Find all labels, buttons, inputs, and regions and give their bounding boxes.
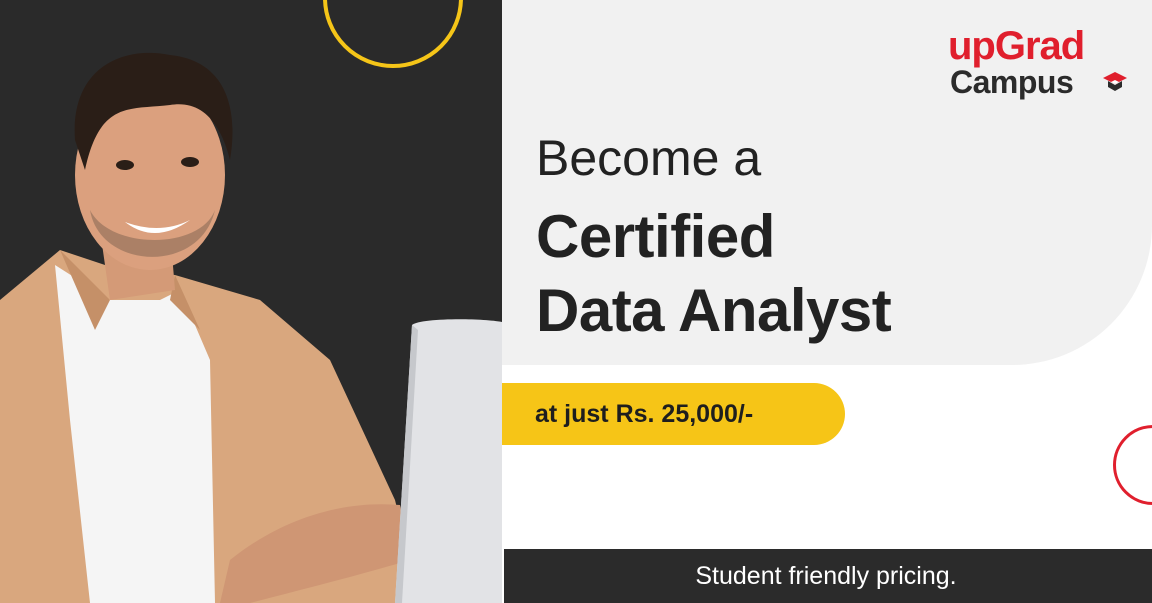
photo-panel <box>0 0 502 603</box>
price-label: at just Rs. 25,000/- <box>535 400 754 428</box>
graduation-cap-icon <box>1103 72 1127 91</box>
headline-title: Certified Data Analyst <box>536 200 892 348</box>
headline-intro: Become a <box>536 130 762 186</box>
student-photo <box>0 52 502 603</box>
logo-line-1: upGrad <box>948 24 1085 68</box>
upgrad-campus-logo: upGrad Campus <box>948 24 1138 104</box>
tagline-bar: Student friendly pricing. <box>504 549 1152 603</box>
headline-line-1: Certified <box>536 203 775 270</box>
price-badge: at just Rs. 25,000/- <box>502 383 845 445</box>
logo-line-2: Campus <box>950 64 1074 100</box>
tagline-text: Student friendly pricing. <box>695 562 957 590</box>
headline-line-2: Data Analyst <box>536 277 892 344</box>
